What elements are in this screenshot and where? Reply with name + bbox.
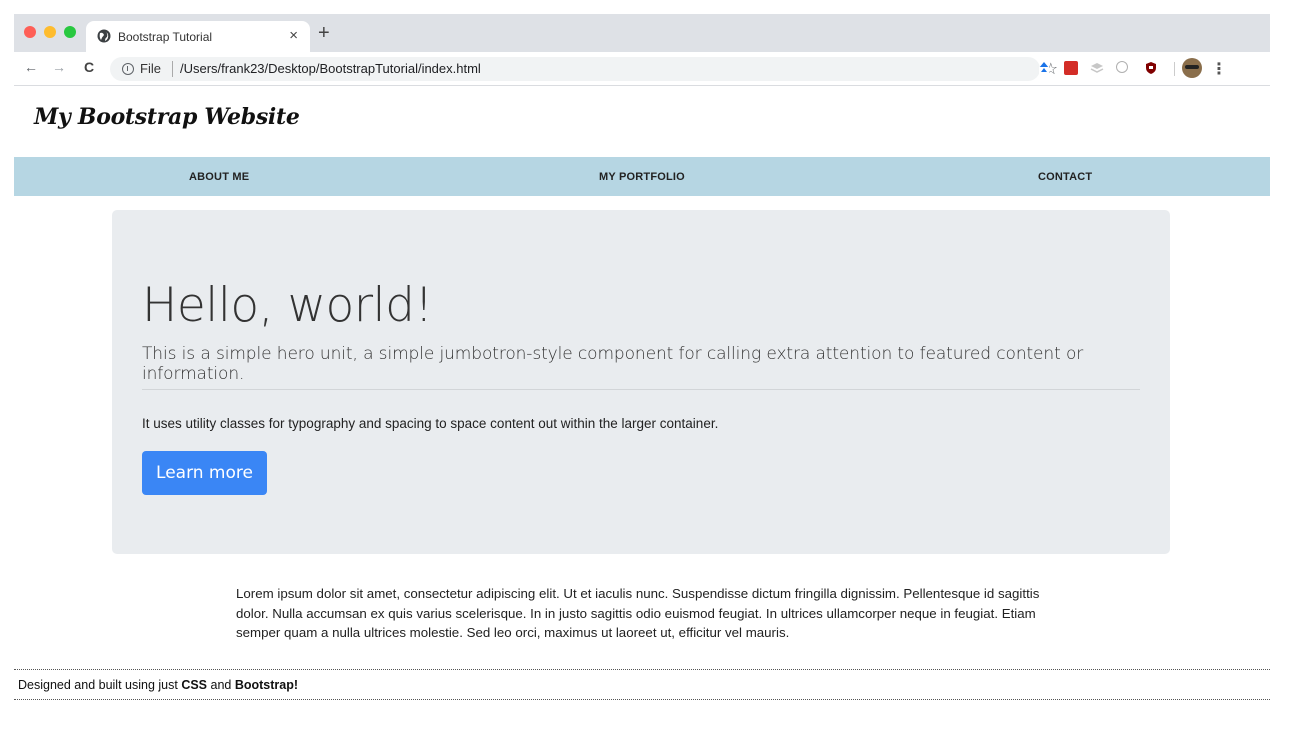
address-bar[interactable]: File /Users/frank23/Desktop/BootstrapTut… [110, 57, 1058, 81]
layers-icon[interactable] [1090, 61, 1104, 75]
extension-pin-icon[interactable] [1037, 61, 1051, 75]
site-navbar: ABOUT ME MY PORTFOLIO CONTACT [14, 157, 1270, 196]
nav-link-portfolio[interactable]: MY PORTFOLIO [599, 171, 685, 183]
tab-title: Bootstrap Tutorial [118, 30, 213, 44]
kebab-menu-icon[interactable]: ⋮ [1211, 59, 1227, 79]
nav-link-about[interactable]: ABOUT ME [189, 171, 249, 183]
maximize-window-button[interactable] [64, 26, 76, 38]
footer-and: and [207, 678, 235, 692]
footer-bootstrap: Bootstrap! [234, 678, 299, 692]
site-brand[interactable]: My Bootstrap Website [34, 104, 300, 130]
reload-button[interactable]: C [84, 59, 94, 75]
url-text[interactable]: /Users/frank23/Desktop/BootstrapTutorial… [180, 61, 481, 76]
tab-bootstrap-tutorial[interactable]: Bootstrap Tutorial × [86, 21, 310, 52]
toolbar-divider [1174, 62, 1175, 76]
learn-more-button[interactable]: Learn more [142, 451, 267, 495]
url-scheme: File [140, 61, 161, 76]
info-icon[interactable] [122, 63, 134, 75]
footer-prefix: Designed and built using just [18, 678, 182, 692]
lastpass-icon[interactable] [1064, 61, 1078, 75]
footer-css: CSS [181, 678, 208, 692]
tab-close-button[interactable]: × [289, 27, 298, 44]
new-tab-button[interactable]: + [318, 22, 330, 45]
ublock-icon[interactable] [1144, 61, 1158, 75]
hero-title: Hello, world! [142, 278, 433, 333]
lorem-paragraph: Lorem ipsum dolor sit amet, consectetur … [236, 586, 1040, 640]
minimize-window-button[interactable] [44, 26, 56, 38]
url-separator [172, 61, 173, 77]
back-button[interactable]: ← [24, 59, 38, 75]
hero-divider [142, 389, 1140, 390]
close-window-button[interactable] [24, 26, 36, 38]
nav-link-contact[interactable]: CONTACT [1038, 171, 1092, 183]
globe-icon [97, 29, 111, 43]
browser-toolbar: ← → C File /Users/frank23/Desktop/Bootst… [14, 52, 1270, 86]
search-extension-icon[interactable] [1116, 61, 1128, 73]
footer-text: Designed and built using just CSS and Bo… [18, 678, 298, 692]
browser-chrome: Bootstrap Tutorial × + ← → C File /Users… [14, 14, 1270, 86]
tab-strip: Bootstrap Tutorial × + [14, 14, 1270, 52]
hero-text: It uses utility classes for typography a… [142, 416, 719, 431]
hero-lead: This is a simple hero unit, a simple jum… [142, 344, 1084, 384]
page-footer: Designed and built using just CSS and Bo… [14, 669, 1270, 700]
forward-button[interactable]: → [52, 59, 66, 75]
avatar[interactable] [1182, 58, 1202, 78]
jumbotron: Hello, world! This is a simple hero unit… [112, 210, 1170, 554]
